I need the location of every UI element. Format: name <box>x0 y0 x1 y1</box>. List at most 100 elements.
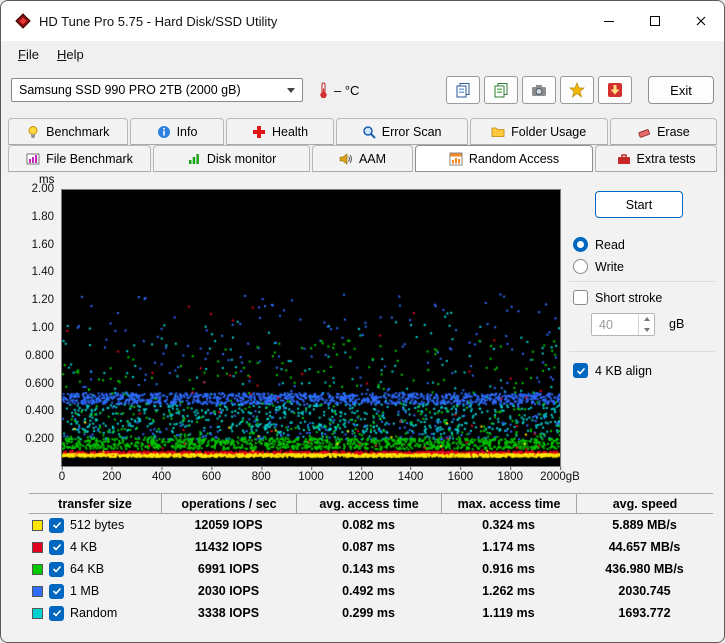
minimize-button[interactable] <box>586 1 632 41</box>
results-table: transfer size operations / sec avg. acce… <box>29 493 713 624</box>
exit-button[interactable]: Exit <box>648 76 714 104</box>
align-label: 4 KB align <box>595 363 652 378</box>
tab-folder-usage[interactable]: Folder Usage <box>469 118 608 145</box>
tab-info[interactable]: Info <box>129 118 225 145</box>
series-checkbox[interactable] <box>49 539 64 555</box>
camera-icon <box>532 85 546 96</box>
table-row: 64 KB 6991 IOPS 0.143 ms 0.916 ms 436.98… <box>29 558 713 580</box>
check-icon <box>52 543 61 551</box>
menu-file[interactable]: File <box>9 44 48 65</box>
tab-label: Extra tests <box>636 151 696 166</box>
close-button[interactable] <box>678 1 724 41</box>
transfer-size-label: 4 KB <box>70 540 98 554</box>
transfer-size-label: 64 KB <box>70 562 105 576</box>
tab-disk-monitor[interactable]: Disk monitor <box>153 145 311 172</box>
folder-icon <box>491 125 505 139</box>
tab-label: Folder Usage <box>511 124 587 139</box>
avg-speed-value: 5.889 MB/s <box>612 518 677 532</box>
write-radio[interactable] <box>573 259 588 274</box>
y-tick: 1.00 <box>31 322 54 334</box>
copy-text-icon <box>494 83 508 98</box>
write-radio-row: Write <box>573 259 624 274</box>
tab-extra-tests[interactable]: Extra tests <box>595 145 718 172</box>
write-radio-label: Write <box>595 259 624 274</box>
tab-error-scan[interactable]: Error Scan <box>335 118 468 145</box>
download-button[interactable] <box>598 76 632 104</box>
max-access-value: 0.324 ms <box>482 518 535 532</box>
tab-label: Benchmark <box>46 124 110 139</box>
x-axis: 0 200 400 600 800 1000 1200 1400 1600 18… <box>59 467 580 487</box>
ops-value: 3338 IOPS <box>197 606 260 620</box>
avg-speed-value: 44.657 MB/s <box>608 540 681 554</box>
short-stroke-size-input[interactable]: 40 <box>591 313 655 336</box>
tab-file-benchmark[interactable]: File Benchmark <box>8 145 152 172</box>
window-controls <box>586 1 724 41</box>
random-access-panel: ms 2.00 1.80 1.60 1.40 1.20 1.00 0.800 0… <box>1 173 724 642</box>
check-icon <box>52 565 61 573</box>
series-checkbox[interactable] <box>49 561 64 577</box>
tab-aam[interactable]: AAM <box>312 145 413 172</box>
thermometer-icon <box>317 82 330 99</box>
toolbar: Samsung SSD 990 PRO 2TB (2000 gB) – °C E… <box>1 67 724 113</box>
info-icon <box>157 125 171 139</box>
maximize-button[interactable] <box>632 1 678 41</box>
tab-erase[interactable]: Erase <box>609 118 717 145</box>
screenshot-button[interactable] <box>522 76 556 104</box>
short-stroke-unit-label: gB <box>669 317 685 331</box>
table-row: 4 KB 11432 IOPS 0.087 ms 1.174 ms 44.657… <box>29 536 713 558</box>
check-icon <box>52 521 61 529</box>
tab-benchmark[interactable]: Benchmark <box>8 118 128 145</box>
app-icon <box>15 13 31 29</box>
series-color-chip <box>32 585 43 597</box>
ops-value: 2030 IOPS <box>197 584 260 598</box>
max-access-value: 1.262 ms <box>482 584 535 598</box>
y-tick: 1.80 <box>31 210 54 223</box>
spinner-down-button[interactable] <box>639 325 654 336</box>
x-tick: 1000 <box>298 467 324 483</box>
drive-select[interactable]: Samsung SSD 990 PRO 2TB (2000 gB) <box>11 78 303 102</box>
align-checkbox[interactable] <box>573 363 588 378</box>
read-radio[interactable] <box>573 237 588 252</box>
tab-label: Random Access <box>468 151 560 166</box>
download-arrow-icon <box>608 83 622 97</box>
lamp-icon <box>26 125 40 139</box>
read-radio-row: Read <box>573 237 625 252</box>
tab-row-2: File Benchmark Disk monitor AAM Random A… <box>8 145 718 172</box>
green-bars-icon <box>187 152 201 166</box>
start-button-label: Start <box>625 197 653 212</box>
toolbox-icon <box>617 152 631 166</box>
series-checkbox[interactable] <box>49 605 64 621</box>
copy-image-button[interactable] <box>446 76 480 104</box>
spinner-up-button[interactable] <box>639 314 654 325</box>
avg-access-value: 0.082 ms <box>342 518 395 532</box>
check-icon <box>576 367 585 375</box>
series-color-chip <box>32 607 43 619</box>
triangle-down-icon <box>643 327 650 332</box>
series-checkbox[interactable] <box>49 583 64 599</box>
x-tick: 200 <box>102 467 122 483</box>
submit-score-button[interactable] <box>560 76 594 104</box>
short-stroke-label: Short stroke <box>595 290 663 305</box>
tab-health[interactable]: Health <box>226 118 334 145</box>
separator <box>569 281 715 282</box>
y-tick: 1.20 <box>31 294 54 307</box>
y-tick: 0.600 <box>25 377 54 390</box>
spinner-buttons <box>638 314 654 335</box>
menu-bar: File Help <box>1 41 724 67</box>
x-tick: 2000gB <box>540 467 580 483</box>
avg-access-value: 0.143 ms <box>342 562 395 576</box>
y-axis: 2.00 1.80 1.60 1.40 1.20 1.00 0.800 0.60… <box>1 183 57 467</box>
start-button[interactable]: Start <box>595 191 683 218</box>
short-stroke-checkbox[interactable] <box>573 290 588 305</box>
series-checkbox[interactable] <box>49 517 64 533</box>
temperature-readout: – °C <box>334 82 360 98</box>
avg-speed-value: 1693.772 <box>618 606 671 620</box>
x-tick: 600 <box>201 467 221 483</box>
tab-label: Erase <box>657 124 690 139</box>
eraser-icon <box>637 125 651 139</box>
copy-text-button[interactable] <box>484 76 518 104</box>
avg-speed-value: 436.980 MB/s <box>605 562 684 576</box>
menu-help[interactable]: Help <box>48 44 93 65</box>
tab-random-access[interactable]: Random Access <box>414 145 594 172</box>
read-radio-label: Read <box>595 237 625 252</box>
